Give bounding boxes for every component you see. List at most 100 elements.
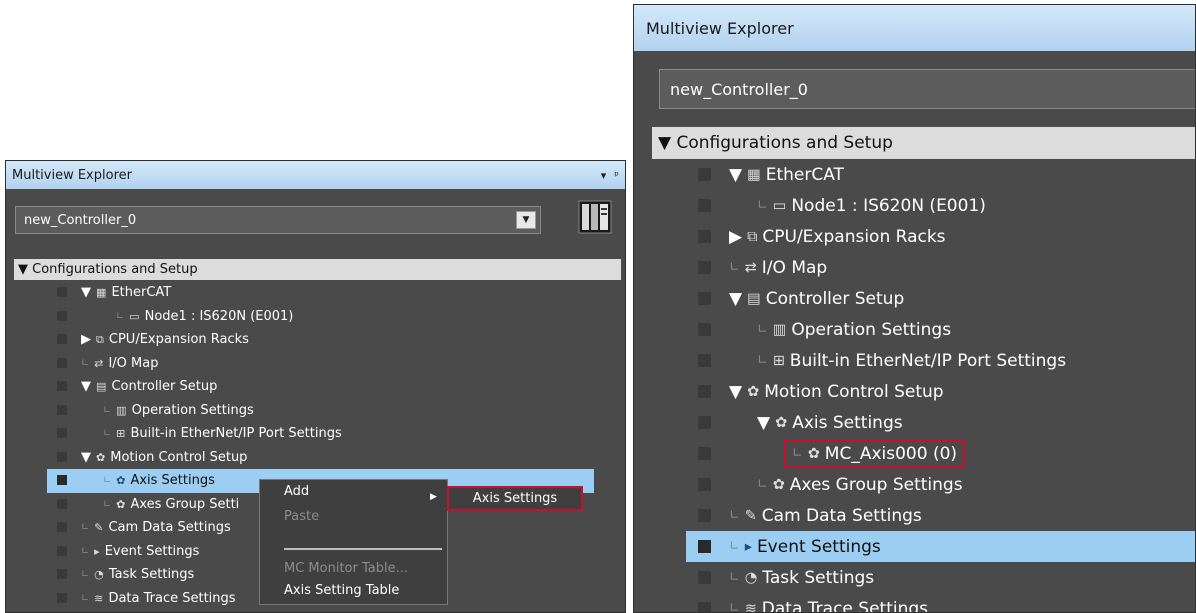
expand-twisty[interactable]: ▼ [729, 289, 742, 309]
tree-connector: ∟ [103, 428, 112, 440]
item-marker [698, 199, 711, 212]
explorer-title-bar: Multiview Explorer [634, 5, 1195, 51]
item-marker [57, 381, 67, 391]
item-marker [698, 354, 711, 367]
menu-separator [284, 548, 442, 550]
pin-icon[interactable]: ᵖ [614, 169, 619, 182]
expand-twisty[interactable]: ▼ [729, 165, 742, 185]
axis-gear-icon: ✿ [116, 474, 126, 488]
section-twisty[interactable]: ▼ [658, 133, 676, 153]
expand-twisty[interactable]: ▼ [81, 285, 91, 300]
tree-item-ethercat[interactable]: ▼ ▦ EtherCAT [634, 159, 1195, 190]
item-marker [57, 592, 67, 603]
chevron-down-icon[interactable]: ▼ [516, 211, 536, 229]
tree-item-controller-setup[interactable]: ▼ ▤ Controller Setup [634, 283, 1195, 314]
section-title: Configurations and Setup [32, 262, 198, 277]
expand-twisty[interactable]: ▶ [81, 332, 91, 347]
controller-select-value: new_Controller_0 [24, 212, 137, 228]
expand-twisty[interactable]: ▼ [757, 413, 770, 433]
axes-group-icon: ✿ [772, 476, 785, 493]
tree-item-io-map[interactable]: ∟ ⇄ I/O Map [634, 252, 1195, 283]
tree-item-label: Motion Control Setup [110, 449, 248, 465]
tree-item-controller-setup[interactable]: ▼ ▤ Controller Setup [6, 375, 625, 399]
tree-item-ethercat[interactable]: ▼ ▦ EtherCAT [6, 281, 625, 305]
data-trace-icon: ≋ [744, 600, 757, 613]
item-marker [57, 498, 67, 509]
tree-item-motion-control[interactable]: ▼ ✿ Motion Control Setup [6, 446, 625, 470]
window-dropdown-icon[interactable]: ▾ [601, 169, 607, 182]
section-title: Configurations and Setup [676, 133, 893, 153]
menu-item-monitor-table[interactable]: MC Monitor Table... [284, 561, 408, 576]
tree-item-axes-group[interactable]: ∟ ✿ Axes Group Settings [634, 469, 1195, 500]
item-marker [57, 334, 67, 344]
item-marker [57, 545, 67, 556]
tree-item-label: Controller Setup [765, 288, 905, 309]
axis-gear-icon: ✿ [775, 414, 788, 431]
tree-item-label: Built-in EtherNet/IP Port Settings [130, 426, 342, 442]
submenu-item-label: Axis Settings [472, 491, 558, 506]
tree-item-node1[interactable]: ∟ ▭ Node1 : IS620N (E001) [6, 305, 625, 329]
tree-item-motion-control[interactable]: ▼ ✿ Motion Control Setup [634, 376, 1195, 407]
tree-item-operation-settings[interactable]: ∟ ▥ Operation Settings [634, 314, 1195, 345]
submenu-axis-settings[interactable]: Axis Settings [447, 486, 583, 511]
tree-item-label: EtherCAT [111, 285, 172, 301]
tree-connector: ∟ [757, 322, 768, 337]
tree-item-io-map[interactable]: ∟ ⇄ I/O Map [6, 352, 625, 376]
expand-twisty[interactable]: ▼ [81, 379, 91, 394]
tree-item-ethernet-ip[interactable]: ∟ ⊞ Built-in EtherNet/IP Port Settings [6, 422, 625, 446]
tree-item-axis-settings[interactable]: ▼ ✿ Axis Settings [634, 407, 1195, 438]
tree-item-label: Data Trace Settings [761, 598, 929, 613]
expand-twisty[interactable]: ▼ [81, 450, 91, 465]
controller-select[interactable]: new_Controller_0 [659, 69, 1195, 109]
new-axis-highlight: ∟ ✿ MC_Axis000 (0) [784, 439, 966, 468]
tree-item-event-settings[interactable]: ∟ ▸ Event Settings [686, 531, 1195, 562]
item-marker [57, 451, 67, 462]
tree-item-label: Built-in EtherNet/IP Port Settings [789, 350, 1067, 371]
tree-item-label: Axes Group Settings [789, 474, 963, 495]
tree-item-operation-settings[interactable]: ∟ ▥ Operation Settings [6, 399, 625, 423]
controller-icon[interactable] [578, 200, 612, 234]
tree-item-label: Controller Setup [111, 379, 218, 395]
tree-item-label: Node1 : IS620N (E001) [791, 195, 986, 216]
item-marker [57, 287, 67, 297]
tree-item-label: Event Settings [756, 536, 881, 557]
tree-connector: ∟ [729, 508, 740, 523]
section-configurations-setup[interactable]: ▼ Configurations and Setup [14, 259, 621, 280]
menu-item-axis-setting-table[interactable]: Axis Setting Table [284, 583, 399, 598]
tree-item-cam-data[interactable]: ∟ ✎ Cam Data Settings [634, 500, 1195, 531]
flag-icon: ▸ [94, 544, 100, 558]
axes-group-icon: ✿ [116, 497, 126, 511]
tree-item-cpu-racks[interactable]: ▶ ⧉ CPU/Expansion Racks [634, 221, 1195, 252]
tree-item-node1[interactable]: ∟ ▭ Node1 : IS620N (E001) [634, 190, 1195, 221]
task-icon: ◔ [744, 569, 758, 586]
item-marker [57, 357, 67, 368]
tree-connector: ∟ [81, 569, 90, 581]
tree-item-label: Data Trace Settings [108, 590, 236, 606]
menu-item-add[interactable]: Add [284, 484, 309, 499]
tree-item-label: Cam Data Settings [108, 520, 231, 536]
expand-twisty[interactable]: ▼ [729, 382, 742, 402]
tree-connector: ∟ [729, 539, 740, 554]
section-configurations-setup[interactable]: ▼ Configurations and Setup [652, 127, 1195, 159]
expand-twisty[interactable]: ▶ [729, 227, 742, 247]
item-marker [698, 509, 711, 522]
item-marker [57, 522, 67, 532]
tree-item-task-settings[interactable]: ∟ ◔ Task Settings [634, 562, 1195, 593]
item-marker [698, 230, 711, 243]
tree-item-ethernet-ip[interactable]: ∟ ⊞ Built-in EtherNet/IP Port Settings [634, 345, 1195, 376]
controller-setup-icon: ▤ [96, 380, 107, 394]
tree-item-data-trace[interactable]: ∟ ≋ Data Trace Settings [634, 593, 1195, 613]
tree-item-label: MC_Axis000 (0) [824, 443, 958, 464]
item-marker [698, 416, 711, 429]
menu-item-paste[interactable]: Paste [284, 509, 319, 524]
section-twisty[interactable]: ▼ [18, 262, 32, 277]
tree-connector: ∟ [729, 570, 740, 585]
tree-connector: ∟ [103, 475, 112, 487]
axis-gear-icon: ✿ [807, 445, 820, 462]
controller-select[interactable]: new_Controller_0 ▼ [15, 206, 541, 234]
tree-item-cpu-racks[interactable]: ▶ ⧉ CPU/Expansion Racks [6, 328, 625, 352]
tree-item-mc-axis000[interactable]: ∟ ✿ MC_Axis000 (0) [634, 438, 1195, 469]
operation-settings-icon: ▥ [116, 403, 127, 417]
tree-item-label: Task Settings [108, 567, 195, 583]
motion-gear-icon: ✿ [747, 383, 760, 400]
